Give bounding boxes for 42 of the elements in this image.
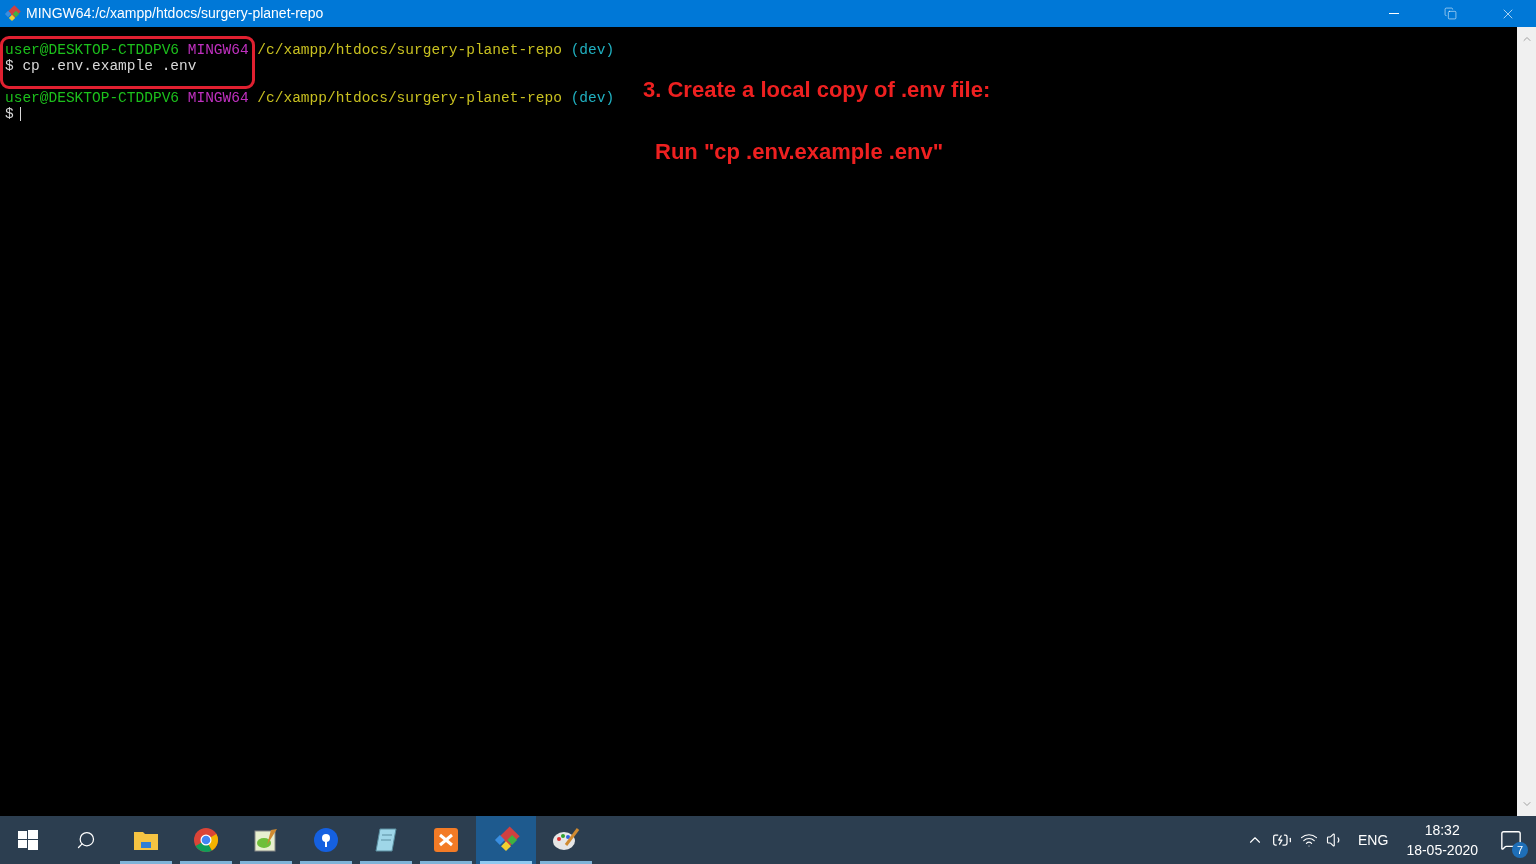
prompt-system: MINGW64 — [187, 90, 249, 106]
running-indicator — [480, 861, 532, 864]
folder-icon — [133, 829, 159, 851]
prompt-system: MINGW64 — [187, 42, 249, 58]
notepad-chameleon-icon — [253, 827, 279, 853]
prompt-branch: (dev) — [570, 42, 615, 58]
clock-date: 18-05-2020 — [1406, 841, 1478, 860]
browser-icon — [193, 827, 219, 853]
running-indicator — [420, 861, 472, 864]
running-indicator — [540, 861, 592, 864]
prompt-user: user@DESKTOP-CTDDPV6 — [5, 90, 180, 106]
command-text: cp .env.example .env — [22, 58, 197, 74]
running-indicator — [180, 861, 232, 864]
minimize-icon — [1388, 13, 1399, 14]
location-pin-icon — [313, 827, 339, 853]
restore-icon — [1444, 7, 1457, 20]
running-indicator — [360, 861, 412, 864]
prompt-path: /c/xampp/htdocs/surgery-planet-repo — [257, 90, 562, 106]
running-indicator — [240, 861, 292, 864]
notification-count: 7 — [1512, 842, 1528, 858]
prompt-branch: (dev) — [570, 90, 615, 106]
prompt-symbol: $ — [5, 106, 14, 122]
prompt-symbol: $ — [5, 58, 14, 74]
annotation-heading: 3. Create a local copy of .env file: — [643, 76, 991, 104]
notepad-icon — [374, 827, 398, 853]
prompt-path: /c/xampp/htdocs/surgery-planet-repo — [257, 42, 562, 58]
git-logo-icon — [492, 826, 520, 854]
clock[interactable]: 18:32 18-05-2020 — [1398, 820, 1486, 860]
git-logo-icon — [3, 4, 21, 23]
windows-logo-icon — [18, 830, 38, 850]
text-cursor — [19, 107, 21, 121]
running-indicator — [120, 861, 172, 864]
language-indicator[interactable]: ENG — [1358, 829, 1389, 851]
running-indicator — [300, 861, 352, 864]
prompt-user: user@DESKTOP-CTDDPV6 — [5, 42, 180, 58]
search-icon — [76, 830, 96, 850]
clock-time: 18:32 — [1424, 821, 1460, 840]
palette-icon — [552, 827, 580, 853]
window-title: MINGW64:/c/xampp/htdocs/surgery-planet-repo — [26, 4, 324, 23]
server-logo-icon — [433, 827, 459, 853]
notification-button[interactable]: 7 — [1486, 816, 1536, 864]
annotation-instruction: Run "cp .env.example .env" — [655, 138, 944, 166]
